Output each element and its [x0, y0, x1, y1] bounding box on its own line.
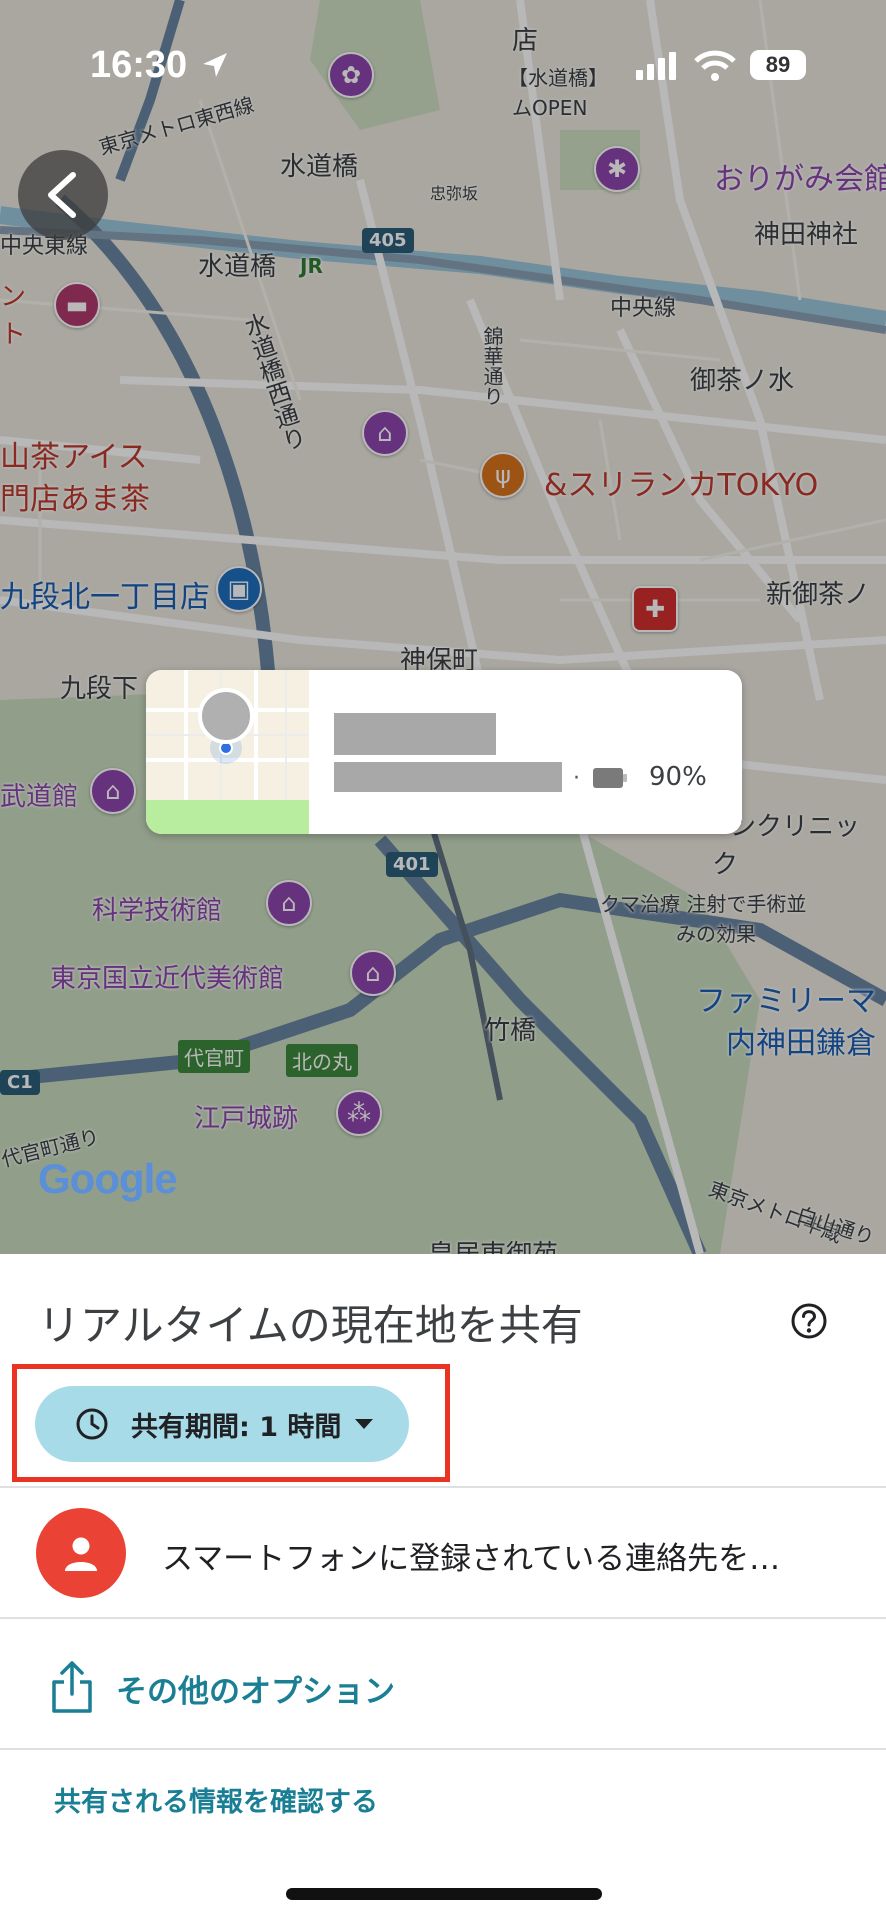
google-logo-text: Google	[38, 1155, 178, 1202]
clock-icon	[76, 1408, 108, 1440]
help-icon[interactable]	[790, 1302, 828, 1340]
person-icon	[65, 1537, 97, 1571]
status-time: 16:30	[90, 44, 188, 86]
more-options-button[interactable]: その他のオプション	[116, 1666, 395, 1711]
map-view[interactable]: ✿ ✱ ▬ ⌂ ψ ▣ ✚ ⌂ ⌂ ⌂ ⁂ 405 401 C1 代官町 北の丸…	[0, 0, 886, 1254]
location-arrow-icon	[203, 53, 227, 77]
share-icon[interactable]	[50, 1660, 94, 1714]
contact-name-redacted	[334, 713, 496, 755]
wifi-icon	[694, 50, 736, 81]
status-bar: 16:30 89	[0, 0, 886, 130]
home-indicator	[286, 1888, 602, 1900]
divider	[0, 1617, 886, 1619]
battery-level: 89	[750, 50, 806, 80]
battery-icon	[593, 768, 627, 788]
location-thumbnail-svg	[146, 670, 309, 834]
select-contact-prompt[interactable]: スマートフォンに登録されている連絡先を…	[162, 1533, 780, 1578]
contact-avatar[interactable]	[36, 1508, 126, 1598]
location-thumbnail-map	[146, 670, 309, 834]
address-redacted	[334, 762, 562, 792]
separator-dot: ·	[573, 766, 580, 791]
battery-percentage: 90%	[649, 762, 707, 792]
location-card[interactable]: · 90%	[146, 670, 742, 834]
sheet-title: リアルタイムの現在地を共有	[38, 1301, 583, 1350]
google-logo: Google	[38, 1155, 178, 1203]
caret-down-icon	[355, 1419, 374, 1429]
divider	[0, 1486, 886, 1488]
divider	[0, 1748, 886, 1750]
cellular-signal-icon	[636, 52, 676, 80]
share-location-sheet	[0, 1254, 886, 1920]
chevron-left-icon	[48, 172, 76, 218]
sharing-duration-chip[interactable]: 共有期間: 1 時間	[35, 1386, 409, 1462]
back-button[interactable]	[18, 150, 108, 240]
review-shared-info-link[interactable]: 共有される情報を確認する	[54, 1780, 378, 1819]
sharing-duration-label: 共有期間: 1 時間	[131, 1411, 342, 1443]
map-dim-overlay	[0, 0, 886, 1254]
